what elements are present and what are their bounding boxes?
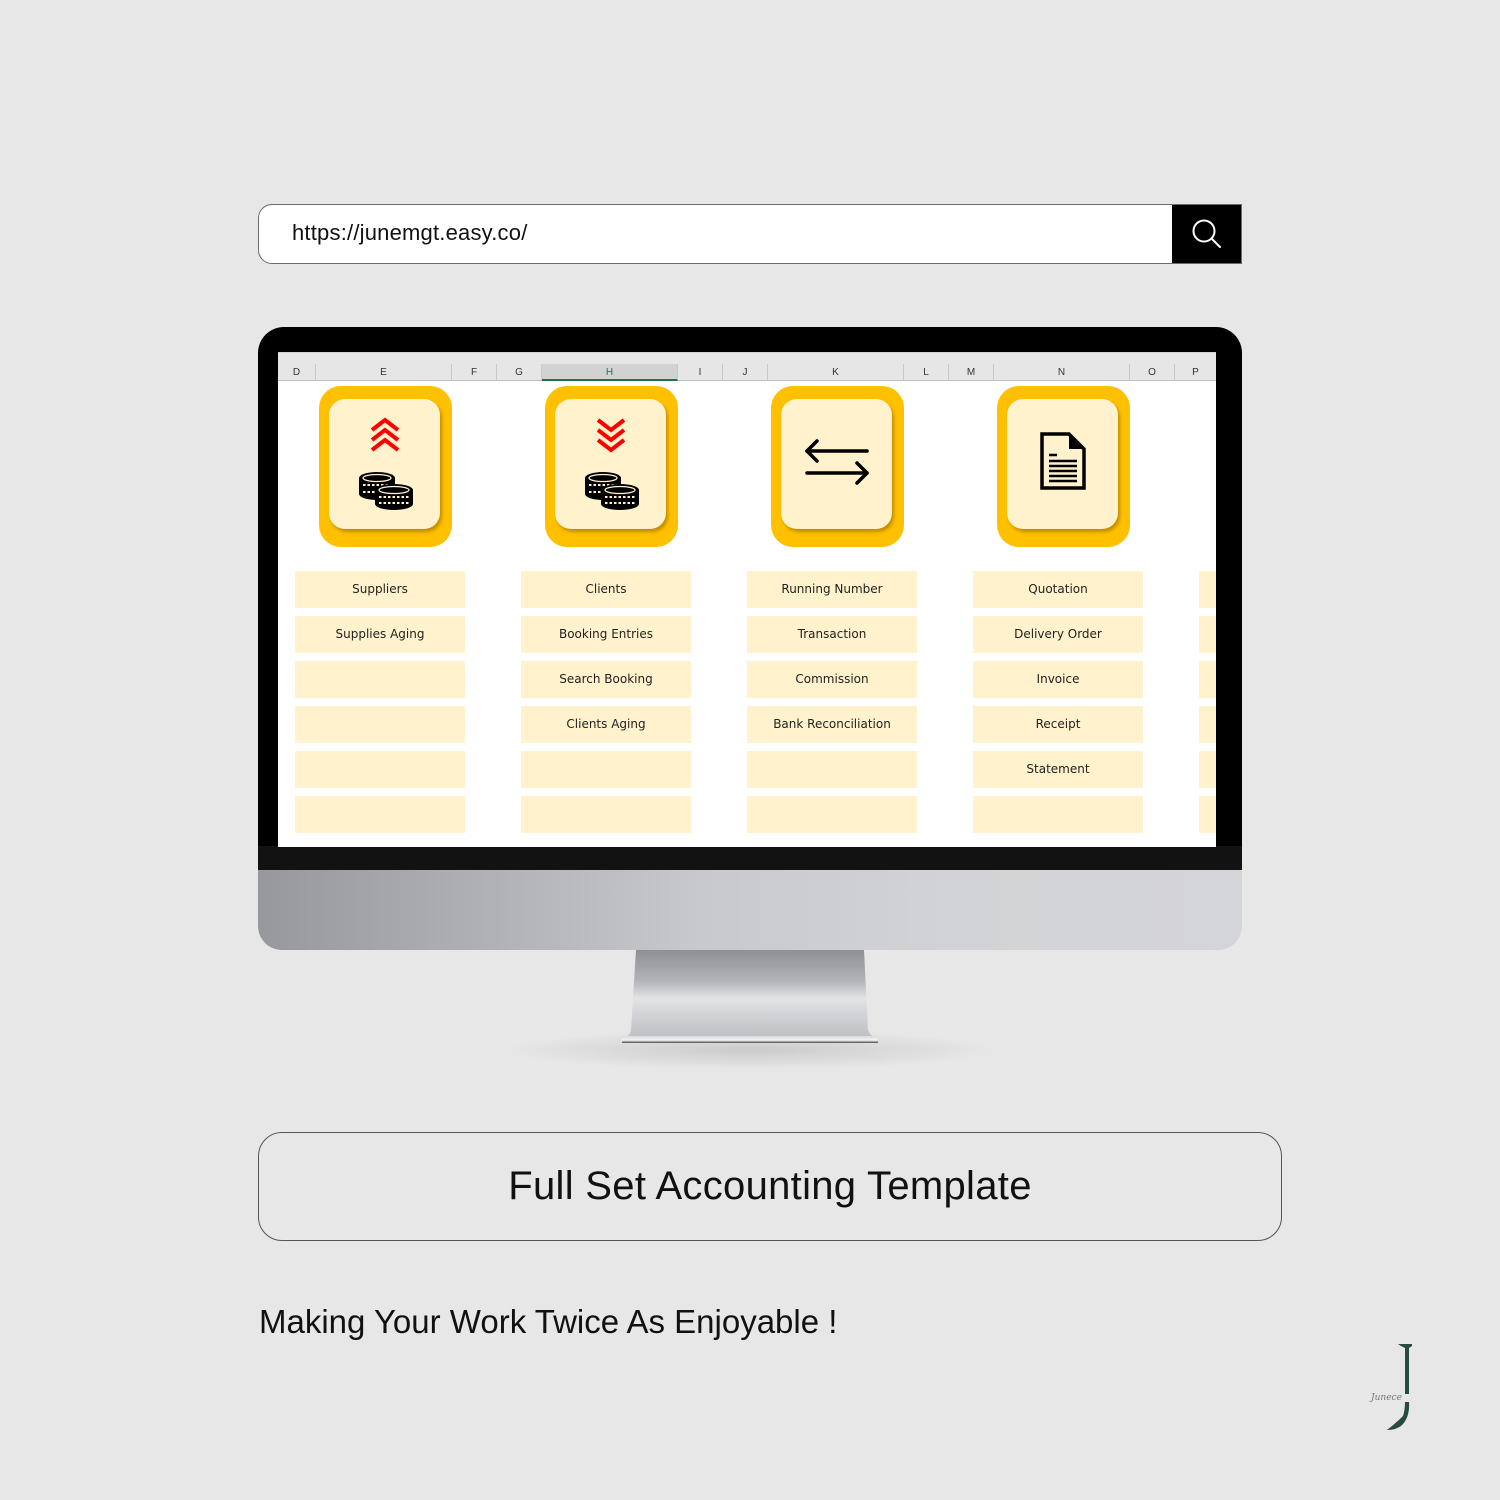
column-header-row: D E F G H I J K L M N O P [278,352,1216,381]
receipt-button[interactable]: Receipt [973,706,1143,743]
empty-button[interactable] [1199,796,1216,833]
transactions-module-tile[interactable] [771,386,904,547]
clients-module-tile[interactable] [545,386,678,547]
empty-button[interactable] [295,706,465,743]
empty-button[interactable] [1199,661,1216,698]
column-header[interactable]: F [452,364,497,381]
documents-module-tile[interactable] [997,386,1130,547]
suppliers-button[interactable]: Suppliers [295,571,465,608]
brand-logo: Junece [1369,1344,1412,1430]
logo-script-text: Junece [1369,1393,1402,1403]
page-title: Full Set Accounting Template [508,1164,1032,1208]
coins-up-icon [358,417,413,510]
column-header[interactable]: P [1175,364,1216,381]
transaction-button[interactable]: Transaction [747,616,917,653]
column-header[interactable]: L [904,364,949,381]
empty-button[interactable] [295,661,465,698]
invoice-button[interactable]: Invoice [973,661,1143,698]
empty-button[interactable] [295,751,465,788]
document-icon [1039,432,1086,490]
column-header[interactable]: G [497,364,542,381]
search-button[interactable] [1172,205,1241,263]
empty-button[interactable] [295,796,465,833]
column-header[interactable]: E [316,364,452,381]
empty-button[interactable] [747,796,917,833]
column-header[interactable]: D [278,364,316,381]
empty-button[interactable] [747,751,917,788]
empty-button[interactable] [1199,616,1216,653]
monitor-bezel-bottom [258,846,1242,871]
search-booking-button[interactable]: Search Booking [521,661,691,698]
monitor-chin [258,870,1242,950]
coins-down-icon [584,418,639,510]
column-header[interactable]: K [768,364,904,381]
empty-button[interactable] [1199,571,1216,608]
tagline: Making Your Work Twice As Enjoyable ! [259,1303,838,1340]
title-box: Full Set Accounting Template [258,1132,1282,1241]
column-header[interactable]: O [1130,364,1175,381]
booking-entries-button[interactable]: Booking Entries [521,616,691,653]
empty-button[interactable] [1199,751,1216,788]
column-header[interactable]: M [949,364,994,381]
suppliers-module-tile[interactable] [319,386,452,547]
column-header[interactable]: N [994,364,1130,381]
exchange-arrows-icon [804,439,869,485]
quotation-button[interactable]: Quotation [973,571,1143,608]
url-input[interactable]: https://junemgt.easy.co/ [259,205,1172,263]
commission-button[interactable]: Commission [747,661,917,698]
empty-button[interactable] [521,751,691,788]
empty-button[interactable] [973,796,1143,833]
empty-button[interactable] [1199,706,1216,743]
statement-button[interactable]: Statement [973,751,1143,788]
monitor-stand [622,950,878,1043]
column-header[interactable]: I [678,364,723,381]
empty-button[interactable] [521,796,691,833]
search-icon [1192,219,1221,248]
column-header-selected[interactable]: H [542,364,678,381]
running-number-button[interactable]: Running Number [747,571,917,608]
spreadsheet-screen: D E F G H I J K L M N O P Suppliers Supp… [278,352,1216,847]
clients-button[interactable]: Clients [521,571,691,608]
supplies-aging-button[interactable]: Supplies Aging [295,616,465,653]
column-header[interactable]: J [723,364,768,381]
clients-aging-button[interactable]: Clients Aging [521,706,691,743]
url-bar[interactable]: https://junemgt.easy.co/ [258,204,1242,264]
bank-reconciliation-button[interactable]: Bank Reconciliation [747,706,917,743]
delivery-order-button[interactable]: Delivery Order [973,616,1143,653]
